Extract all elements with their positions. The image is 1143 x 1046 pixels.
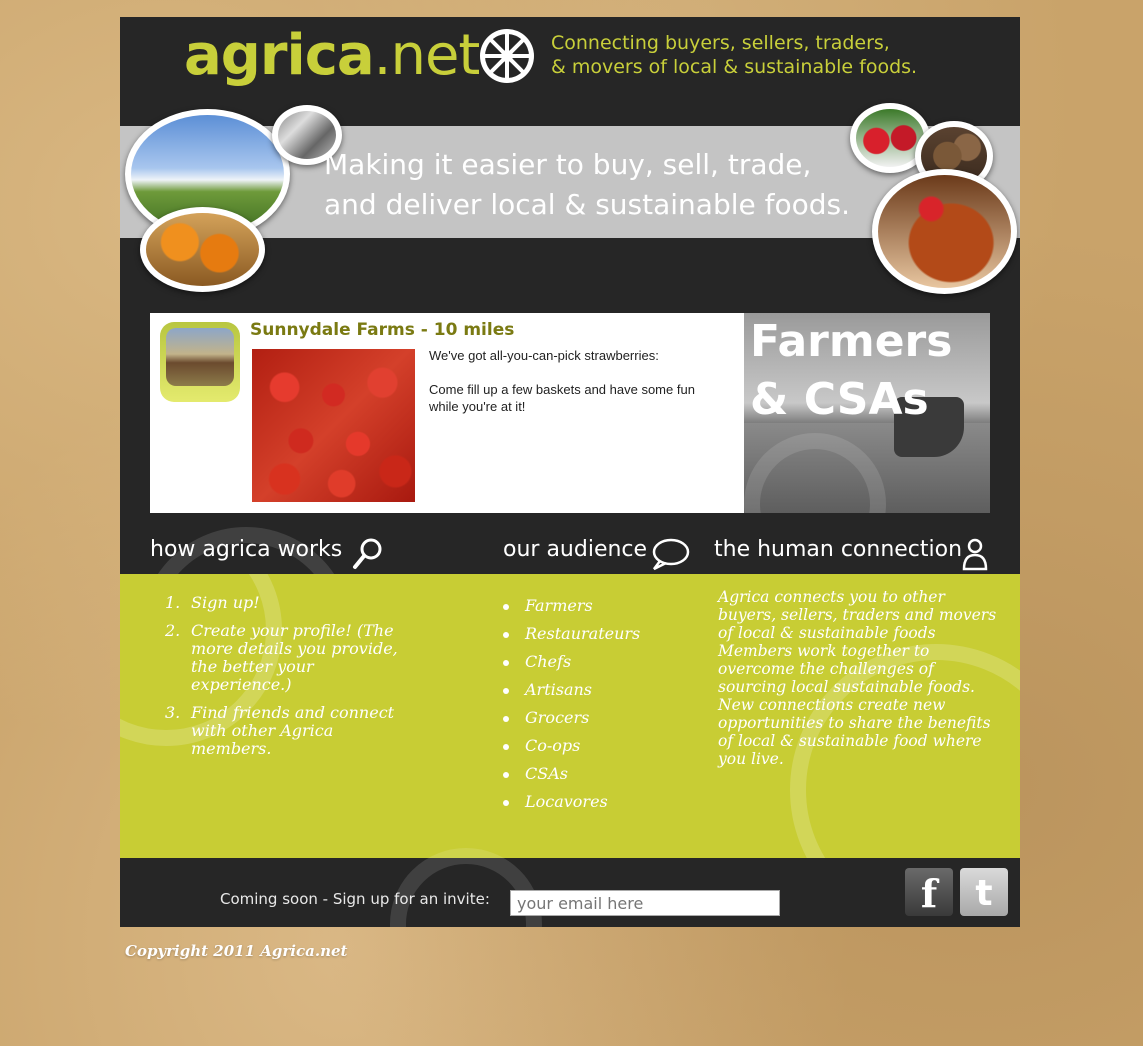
human-connection-heading: the human connection <box>714 537 963 562</box>
twitter-button[interactable]: t <box>960 868 1008 916</box>
rooster-photo-bubble <box>872 169 1017 294</box>
magnifier-icon <box>353 538 382 569</box>
page-container: agrica.net Connecting buyers, sellers, t… <box>120 17 1020 927</box>
step-item: 2. Create your profile! (The more details… <box>165 622 405 694</box>
info-section: 1. Sign up! 2. Create your profile! (The m… <box>120 574 1020 858</box>
step-item: 3. Find friends and connect with other Ag… <box>165 704 405 758</box>
step-text: Create your profile! (The more details y… <box>191 621 398 694</box>
audience-item: Grocers <box>500 704 640 732</box>
tagline-line-1: Connecting buyers, sellers, traders, <box>551 32 890 54</box>
listing-message-line-2: Come fill up a few baskets and have some… <box>429 382 695 414</box>
email-field[interactable] <box>510 890 780 916</box>
banner-line-1: Making it easier to buy, sell, trade, <box>324 148 812 181</box>
category-title-line-1: Farmers <box>750 316 953 367</box>
banner-headline: Making it easier to buy, sell, trade, an… <box>324 145 850 225</box>
twitter-icon: t <box>975 873 993 914</box>
step-number: 1. <box>165 593 181 612</box>
audience-item: Farmers <box>500 592 640 620</box>
signup-label: Coming soon - Sign up for an invite: <box>220 890 490 908</box>
category-title-line-2: & CSAs <box>750 374 929 425</box>
site-header: agrica.net Connecting buyers, sellers, t… <box>120 17 1020 107</box>
step-number: 2. <box>165 621 181 640</box>
site-logo[interactable]: agrica.net <box>184 21 481 91</box>
audience-item: CSAs <box>500 760 640 788</box>
logo-main-text: agrica <box>184 23 375 88</box>
step-text: Find friends and connect with other Agri… <box>191 703 395 758</box>
tagline-line-2: & movers of local & sustainable foods. <box>551 56 918 78</box>
facebook-button[interactable]: f <box>905 868 953 916</box>
how-it-works-steps: 1. Sign up! 2. Create your profile! (The m… <box>165 594 405 768</box>
audience-item: Co-ops <box>500 732 640 760</box>
copyright-text: Copyright 2011 Agrica.net <box>125 942 348 960</box>
featured-listing[interactable]: Sunnydale Farms - 10 miles We've got all… <box>150 313 990 513</box>
listing-message-line-1: We've got all-you-can-pick strawberries: <box>429 348 659 363</box>
audience-item: Artisans <box>500 676 640 704</box>
farm-barn-photo <box>166 328 234 386</box>
step-text: Sign up! <box>191 593 260 612</box>
banner-line-2: and deliver local & sustainable foods. <box>324 188 851 221</box>
audience-item: Locavores <box>500 788 640 816</box>
pumpkins-photo-bubble <box>140 207 265 292</box>
site-tagline: Connecting buyers, sellers, traders, & m… <box>551 31 917 79</box>
audience-list: Farmers Restaurateurs Chefs Artisans Gro… <box>500 592 640 816</box>
category-panel-farmers[interactable]: Farmers & CSAs <box>744 313 990 513</box>
wagon-wheel-icon <box>480 29 534 83</box>
facebook-icon: f <box>920 871 938 916</box>
audience-item: Restaurateurs <box>500 620 640 648</box>
person-icon <box>962 538 988 571</box>
strawberries-photo <box>252 349 415 502</box>
farm-avatar[interactable] <box>160 322 240 402</box>
speech-bubble-icon <box>652 538 690 571</box>
step-item: 1. Sign up! <box>165 594 405 612</box>
step-number: 3. <box>165 703 181 722</box>
logo-suffix-text: .net <box>373 23 481 88</box>
signup-footer: Coming soon - Sign up for an invite: f t <box>120 848 1020 927</box>
audience-item: Chefs <box>500 648 640 676</box>
listing-title[interactable]: Sunnydale Farms - 10 miles <box>250 320 514 340</box>
our-audience-heading: our audience <box>503 537 648 562</box>
how-it-works-heading: how agrica works <box>150 537 343 562</box>
human-connection-text: Agrica connects you to other buyers, sel… <box>718 588 997 768</box>
